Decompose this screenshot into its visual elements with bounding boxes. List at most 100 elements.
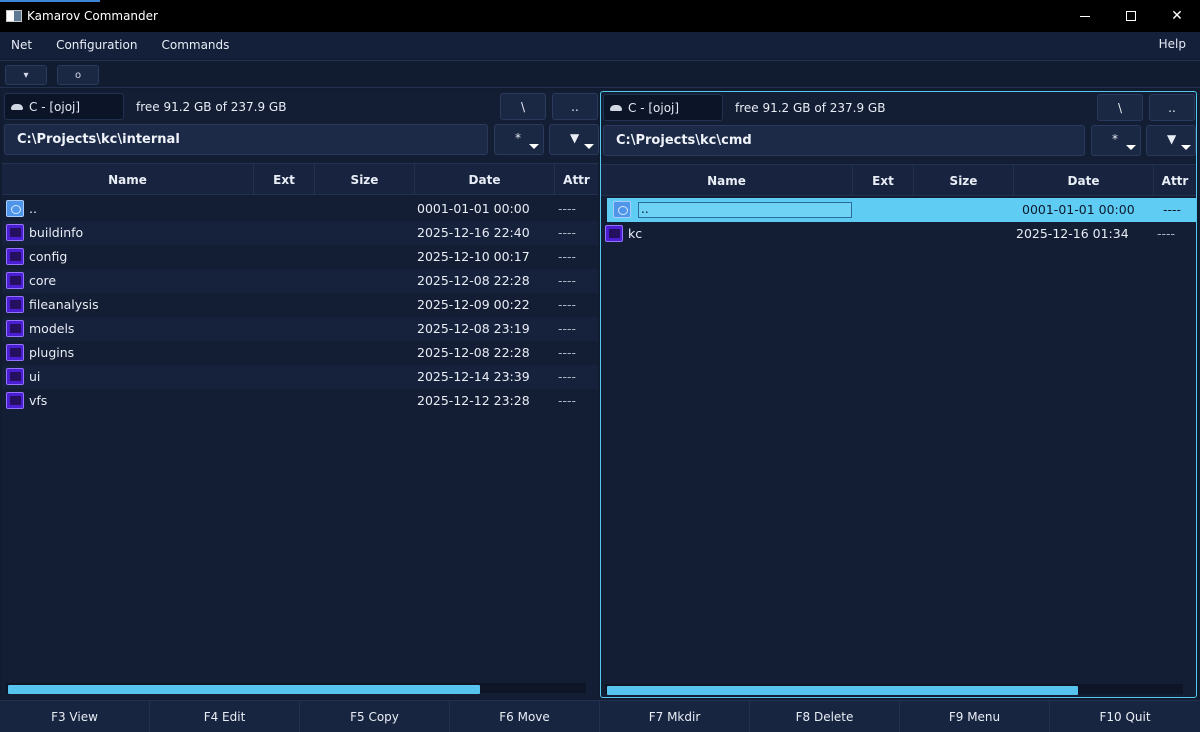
filter-icon: *	[1112, 132, 1118, 146]
list-item[interactable]: .. 0001-01-01 00:00 ----	[2, 197, 598, 221]
minimize-button[interactable]	[1062, 0, 1108, 32]
file-name: core	[29, 273, 57, 288]
list-item[interactable]: models 2025-12-08 23:19 ----	[2, 317, 598, 341]
right-path-field[interactable]: C:\Projects\kc\cmd	[603, 125, 1085, 156]
list-item[interactable]: ui 2025-12-14 23:39 ----	[2, 365, 598, 389]
column-attr[interactable]: Attr	[555, 164, 598, 195]
left-filter-button[interactable]: *	[494, 124, 544, 155]
list-item[interactable]: kc 2025-12-16 01:34 ----	[601, 222, 1196, 246]
f4-edit-button[interactable]: F4 Edit	[150, 701, 300, 732]
drive-icon	[610, 104, 622, 111]
scrollbar-thumb[interactable]	[607, 686, 1078, 695]
left-path-field[interactable]: C:\Projects\kc\internal	[4, 124, 488, 155]
list-item[interactable]: config 2025-12-10 00:17 ----	[2, 245, 598, 269]
column-size[interactable]: Size	[315, 164, 415, 195]
file-name: vfs	[29, 393, 48, 408]
folder-icon	[6, 272, 24, 289]
right-column-header: Name Ext Size Date Attr	[601, 164, 1196, 196]
f3-view-button[interactable]: F3 View	[0, 701, 150, 732]
file-attr: ----	[558, 225, 577, 240]
right-filter-button[interactable]: *	[1091, 125, 1141, 156]
menu-commands[interactable]: Commands	[149, 38, 241, 52]
window-title: Kamarov Commander	[27, 9, 158, 23]
left-panel[interactable]: C - [ojoj] free 91.2 GB of 237.9 GB \ ..…	[2, 91, 599, 698]
scrollbar-thumb[interactable]	[8, 685, 480, 694]
file-date: 0001-01-01 00:00	[1022, 202, 1135, 217]
left-root-button[interactable]: \	[500, 93, 546, 120]
toolbar-refresh-button[interactable]: o	[57, 65, 99, 85]
right-root-button[interactable]: \	[1097, 94, 1143, 121]
column-ext[interactable]: Ext	[853, 165, 914, 196]
file-name: fileanalysis	[29, 297, 99, 312]
column-name[interactable]: Name	[601, 165, 853, 196]
file-date: 0001-01-01 00:00	[417, 201, 530, 216]
menu-net[interactable]: Net	[0, 38, 44, 52]
f6-move-button[interactable]: F6 Move	[450, 701, 600, 732]
file-attr: ----	[558, 273, 577, 288]
right-horizontal-scrollbar[interactable]	[605, 684, 1183, 695]
menu-help[interactable]: Help	[1159, 37, 1186, 51]
drive-icon	[11, 103, 23, 110]
file-date: 2025-12-08 22:28	[417, 345, 530, 360]
right-drive-selector[interactable]: C - [ojoj]	[603, 94, 723, 121]
folder-icon	[6, 368, 24, 385]
filter-icon: *	[515, 131, 521, 145]
title-bar: Kamarov Commander ✕	[0, 0, 1200, 32]
list-item[interactable]: plugins 2025-12-08 22:28 ----	[2, 341, 598, 365]
refresh-icon: o	[74, 69, 82, 81]
list-item[interactable]: vfs 2025-12-12 23:28 ----	[2, 389, 598, 413]
column-date[interactable]: Date	[415, 164, 555, 195]
maximize-button[interactable]	[1108, 0, 1154, 32]
file-attr: ----	[558, 321, 577, 336]
left-up-button[interactable]: ..	[552, 93, 598, 120]
minimize-icon	[1080, 15, 1090, 17]
list-item[interactable]: buildinfo 2025-12-16 22:40 ----	[2, 221, 598, 245]
column-attr[interactable]: Attr	[1154, 165, 1196, 196]
file-date: 2025-12-12 23:28	[417, 393, 530, 408]
window-controls: ✕	[1062, 0, 1200, 32]
function-key-bar: F3 View F4 Edit F5 Copy F6 Move F7 Mkdir…	[0, 700, 1200, 732]
sort-icon: ▼	[570, 131, 580, 145]
f9-menu-button[interactable]: F9 Menu	[900, 701, 1050, 732]
sort-icon: ▼	[1167, 132, 1177, 146]
file-date: 2025-12-14 23:39	[417, 369, 530, 384]
rename-input[interactable]: ..	[638, 202, 852, 218]
caret-down-icon	[529, 144, 539, 149]
close-button[interactable]: ✕	[1154, 0, 1200, 32]
column-ext[interactable]: Ext	[254, 164, 315, 195]
file-date: 2025-12-10 00:17	[417, 249, 530, 264]
f8-delete-button[interactable]: F8 Delete	[750, 701, 900, 732]
toolbar-dropdown-button[interactable]: ▾	[5, 65, 47, 85]
file-name: buildinfo	[29, 225, 84, 240]
list-item[interactable]: core 2025-12-08 22:28 ----	[2, 269, 598, 293]
file-attr: ----	[1163, 202, 1182, 217]
f5-copy-button[interactable]: F5 Copy	[300, 701, 450, 732]
left-drive-label: C - [ojoj]	[29, 99, 81, 114]
menu-configuration[interactable]: Configuration	[44, 38, 149, 52]
left-horizontal-scrollbar[interactable]	[6, 683, 586, 694]
file-name: ui	[29, 369, 41, 384]
list-item[interactable]: fileanalysis 2025-12-09 00:22 ----	[2, 293, 598, 317]
column-size[interactable]: Size	[914, 165, 1014, 196]
file-date: 2025-12-16 01:34	[1016, 226, 1129, 241]
left-sort-button[interactable]: ▼	[549, 124, 599, 155]
file-attr: ----	[1157, 226, 1176, 241]
f7-mkdir-button[interactable]: F7 Mkdir	[600, 701, 750, 732]
file-attr: ----	[558, 369, 577, 384]
list-item-selected[interactable]: .. 0001-01-01 00:00 ----	[607, 198, 1196, 222]
close-icon: ✕	[1171, 8, 1183, 24]
parent-folder-icon	[613, 201, 631, 218]
folder-icon	[6, 248, 24, 265]
column-date[interactable]: Date	[1014, 165, 1154, 196]
column-name[interactable]: Name	[2, 164, 254, 195]
right-panel[interactable]: C - [ojoj] free 91.2 GB of 237.9 GB \ ..…	[600, 91, 1197, 698]
left-drive-selector[interactable]: C - [ojoj]	[4, 93, 124, 120]
f10-quit-button[interactable]: F10 Quit	[1050, 701, 1200, 732]
file-name: kc	[628, 226, 643, 241]
file-attr: ----	[558, 249, 577, 264]
folder-icon	[605, 225, 623, 242]
right-up-button[interactable]: ..	[1149, 94, 1195, 121]
file-name: models	[29, 321, 75, 336]
right-sort-button[interactable]: ▼	[1146, 125, 1196, 156]
app-icon	[6, 10, 22, 22]
